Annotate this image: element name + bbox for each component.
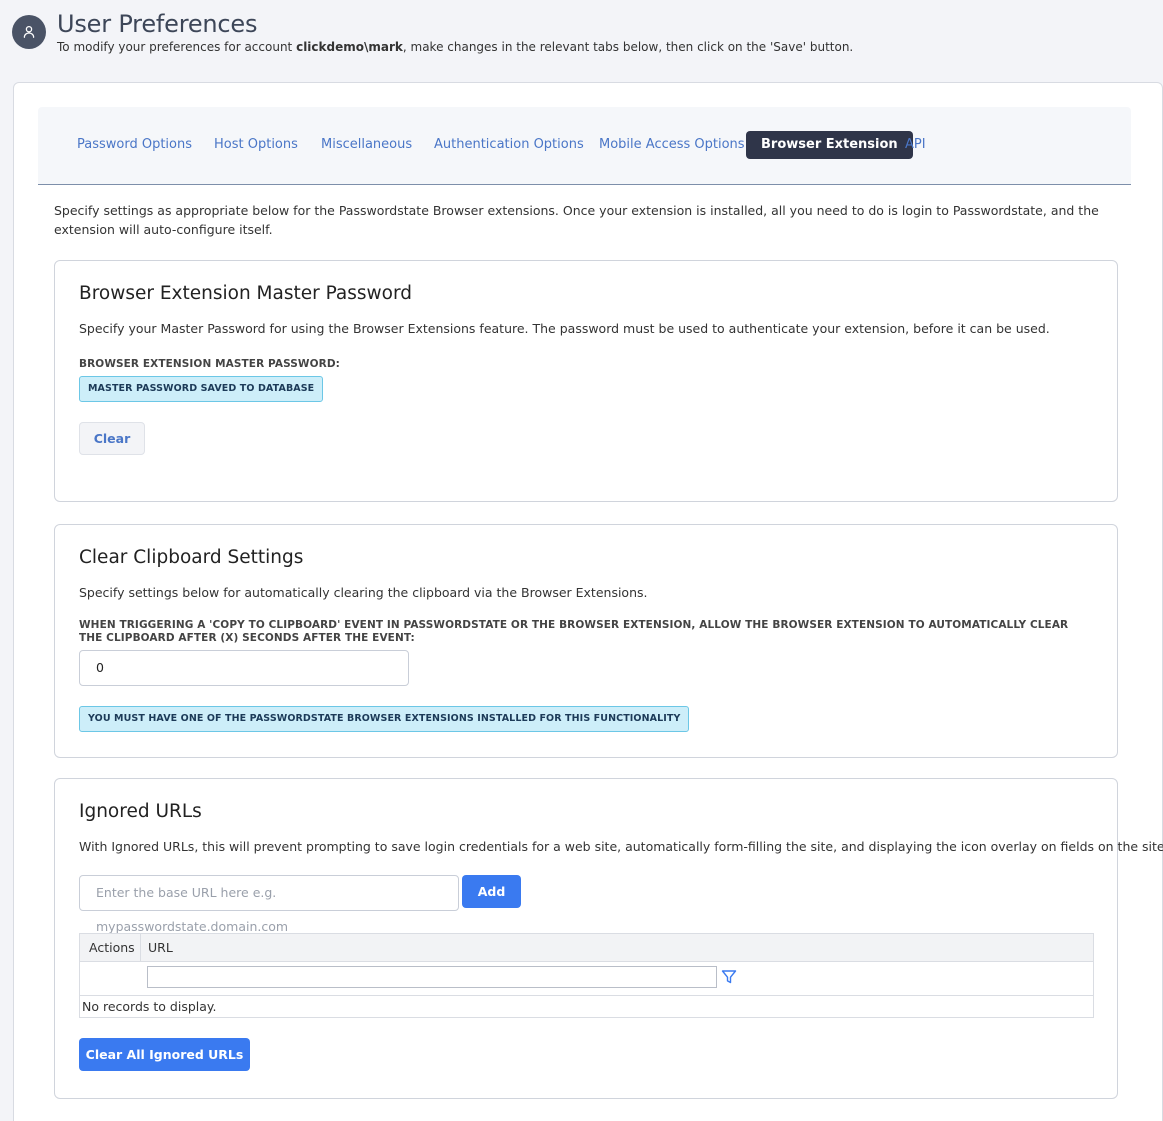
section-description: Specify settings below for automatically… (79, 585, 648, 600)
preferences-card: Password Options Host Options Miscellane… (13, 82, 1163, 1121)
url-filter-input[interactable] (147, 966, 717, 988)
section-title: Ignored URLs (79, 801, 202, 822)
user-icon (23, 25, 35, 38)
master-password-status-badge: MASTER PASSWORD SAVED TO DATABASE (79, 376, 324, 402)
tab-browser-extension[interactable]: Browser Extension (746, 131, 913, 159)
page-title: User Preferences (57, 10, 258, 38)
clear-all-ignored-urls-button[interactable]: Clear All Ignored URLs (79, 1038, 250, 1071)
clear-master-password-button[interactable]: Clear (79, 422, 145, 455)
clear-clipboard-section: Clear Clipboard Settings Specify setting… (54, 524, 1118, 758)
tab-host-options[interactable]: Host Options (214, 131, 298, 159)
filter-icon[interactable] (721, 969, 737, 985)
clipboard-seconds-label: WHEN TRIGGERING A 'COPY TO CLIPBOARD' EV… (79, 619, 1069, 644)
column-divider (140, 934, 141, 962)
grid-empty-message: No records to display. (82, 999, 217, 1014)
section-description: With Ignored URLs, this will prevent pro… (79, 839, 1163, 854)
page-subtitle: To modify your preferences for account c… (57, 40, 853, 54)
tab-mobile-access-options[interactable]: Mobile Access Options (599, 131, 745, 159)
clipboard-seconds-input[interactable]: 0 (79, 650, 409, 686)
section-title: Clear Clipboard Settings (79, 547, 304, 568)
subtitle-text: To modify your preferences for account (57, 40, 297, 54)
ignored-url-input[interactable]: Enter the base URL here e.g. mypasswords… (79, 875, 459, 934)
tab-authentication-options[interactable]: Authentication Options (434, 131, 584, 159)
subtitle-text-end: , make changes in the relevant tabs belo… (402, 40, 854, 54)
section-description: Specify your Master Password for using t… (79, 321, 1050, 336)
extension-required-notice: YOU MUST HAVE ONE OF THE PASSWORDSTATE B… (79, 706, 690, 732)
master-password-label: BROWSER EXTENSION MASTER PASSWORD: (79, 358, 340, 370)
tab-miscellaneous[interactable]: Miscellaneous (321, 131, 412, 159)
grid-header: Actions URL (80, 934, 1093, 962)
master-password-section: Browser Extension Master Password Specif… (54, 260, 1118, 502)
ignored-urls-grid: Actions URL No records to display. (79, 933, 1094, 1018)
column-header-url[interactable]: URL (148, 934, 173, 962)
tab-password-options[interactable]: Password Options (77, 131, 192, 159)
tab-api[interactable]: API (905, 131, 926, 159)
browser-extension-intro: Specify settings as appropriate below fo… (54, 203, 1099, 237)
section-title: Browser Extension Master Password (79, 283, 413, 304)
user-avatar (12, 15, 46, 49)
grid-filter-row (80, 962, 1093, 996)
ignored-urls-section: Ignored URLs With Ignored URLs, this wil… (54, 778, 1163, 1099)
account-name: clickdemo\mark (296, 40, 403, 54)
add-ignored-url-button[interactable]: Add (462, 875, 521, 908)
column-header-actions[interactable]: Actions (89, 934, 135, 962)
preferences-tabbar: Password Options Host Options Miscellane… (38, 107, 1131, 185)
